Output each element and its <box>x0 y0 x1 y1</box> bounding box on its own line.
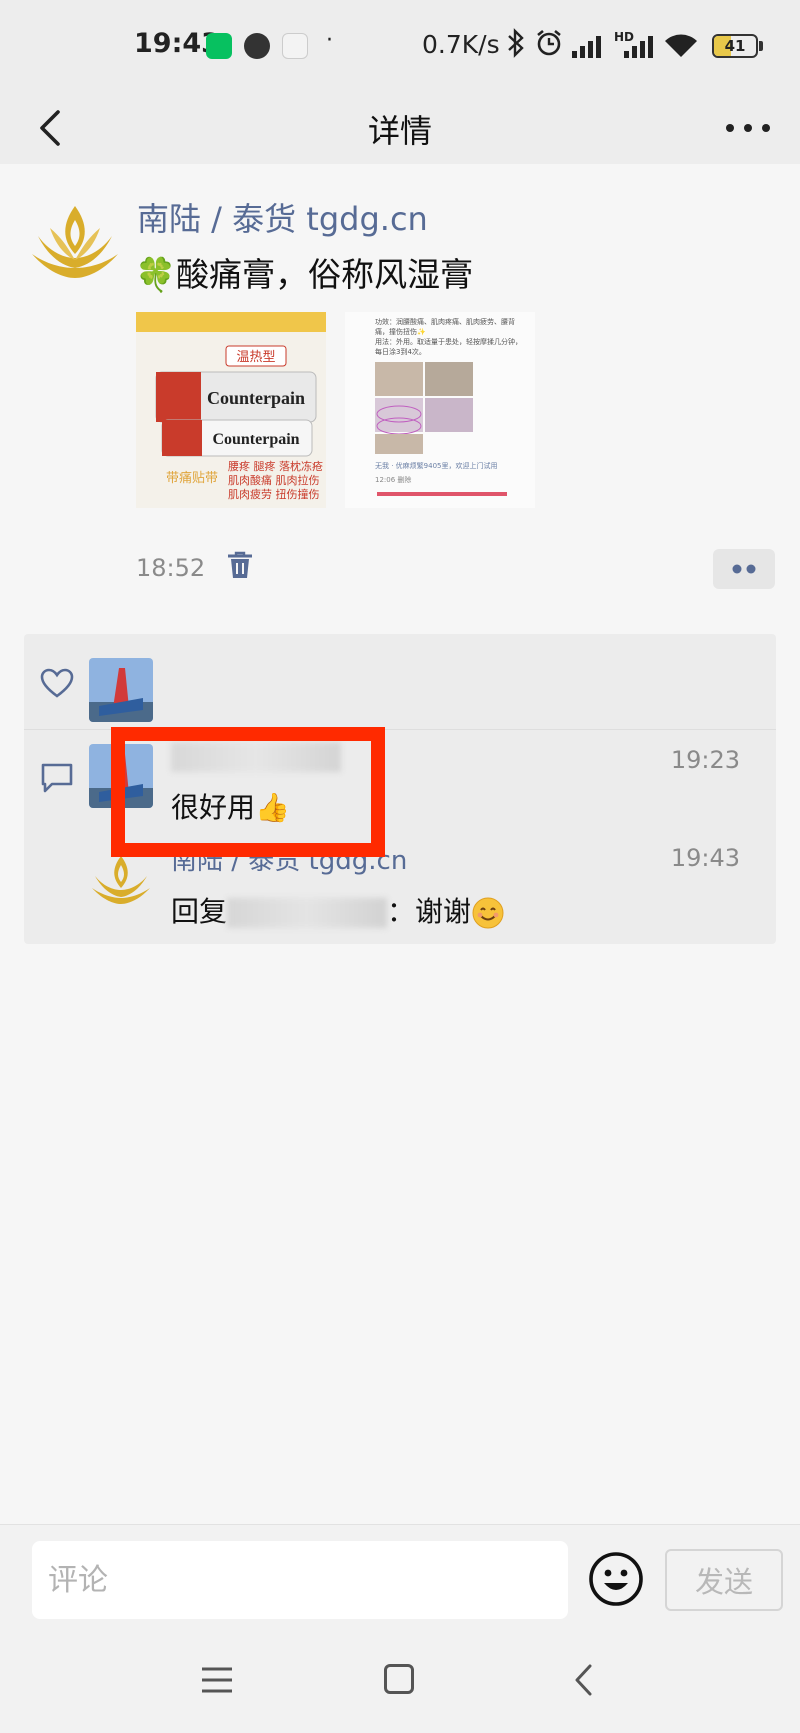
image1-line-1: 腰疼 腿疼 落枕冻疮 <box>228 459 323 473</box>
reply-target-blurred <box>227 898 388 928</box>
image2-footer-time: 12:06 删除 <box>375 475 411 484</box>
author-avatar[interactable] <box>28 196 122 290</box>
system-back-icon[interactable] <box>572 1662 596 1698</box>
comment-bar: 发送 <box>0 1524 800 1632</box>
status-bar: 19:43 · 0.7K/s HD 41 <box>0 0 800 92</box>
image1-stamp: 带痛贴带 <box>166 470 218 486</box>
post-action-button[interactable] <box>713 549 775 589</box>
send-button[interactable]: 发送 <box>665 1549 783 1611</box>
image1-line-3: 肌肉疲劳 扭伤撞伤 <box>228 487 320 501</box>
post-image-2[interactable]: 功效：润腰酸痛、肌肉疼痛、肌肉疲劳、腰背 痛，撞伤扭伤✨ 用法：外用。取适量于患… <box>345 312 535 508</box>
reply-author-avatar[interactable] <box>89 848 153 912</box>
comment-icon <box>41 763 73 793</box>
two-dots-icon <box>732 564 756 574</box>
image1-badge: 温热型 <box>236 349 275 364</box>
trash-icon[interactable] <box>226 550 254 580</box>
image2-line-4: 每日涂3到4次。 <box>375 347 426 356</box>
post-time: 18:52 <box>136 554 206 582</box>
weather-icon <box>282 33 308 59</box>
image1-line-2: 肌肉酸痛 肌肉拉伤 <box>228 473 320 487</box>
image1-brand-2: Counterpain <box>212 431 299 448</box>
nav-bar: 详情 <box>0 92 800 164</box>
reply-prefix: 回复 <box>171 895 228 928</box>
reply-time: 19:43 <box>670 844 740 872</box>
post-image-1[interactable]: 温热型 Counterpain Counterpain 带痛贴带 腰疼 腿疼 落… <box>136 312 326 508</box>
system-nav-bar <box>0 1632 800 1733</box>
wifi-icon <box>665 34 697 57</box>
signal-icon-2 <box>624 34 653 58</box>
battery-icon: 41 <box>712 34 758 58</box>
signal-icon <box>572 34 601 58</box>
liker-avatar[interactable] <box>89 658 153 722</box>
smile-emoji-icon <box>472 897 504 929</box>
emoji-icon[interactable] <box>588 1551 644 1607</box>
reply-text[interactable]: 回复 ：谢谢 <box>171 890 505 930</box>
image2-line-1: 功效：润腰酸痛、肌肉疼痛、肌肉疲劳、腰背 <box>375 317 515 326</box>
alarm-icon <box>534 28 564 64</box>
page-title: 详情 <box>367 112 432 150</box>
image2-line-3: 用法：外用。取适量于患处，轻按摩揉几分钟， <box>375 337 522 346</box>
bluetooth-icon <box>506 28 526 64</box>
comment-input[interactable] <box>32 1541 568 1619</box>
recents-menu-icon[interactable] <box>200 1666 234 1694</box>
network-speed: 0.7K/s <box>422 30 500 59</box>
highlight-box <box>111 727 385 857</box>
battery-tip <box>759 41 763 51</box>
more-dots-icon[interactable] <box>718 104 778 152</box>
image2-footer: 无我 · 优麻烦繁9405里，欢迎上门试用 <box>375 461 498 470</box>
battery-level: 41 <box>724 37 746 55</box>
heart-icon <box>40 668 74 698</box>
clock-app-icon <box>244 33 270 59</box>
like-row <box>24 634 776 730</box>
image1-brand: Counterpain <box>207 388 305 408</box>
home-square-icon[interactable] <box>384 1664 414 1694</box>
image2-line-2: 痛，撞伤扭伤✨ <box>375 327 426 336</box>
wechat-icon <box>206 33 232 59</box>
post-text: 🍀酸痛膏，俗称风湿膏 <box>135 255 474 294</box>
reply-body: ：谢谢 <box>387 895 472 928</box>
notification-dot: · <box>326 28 333 53</box>
comment-time: 19:23 <box>670 746 740 774</box>
post-author[interactable]: 南陆 / 泰货 tgdg.cn <box>137 194 428 240</box>
